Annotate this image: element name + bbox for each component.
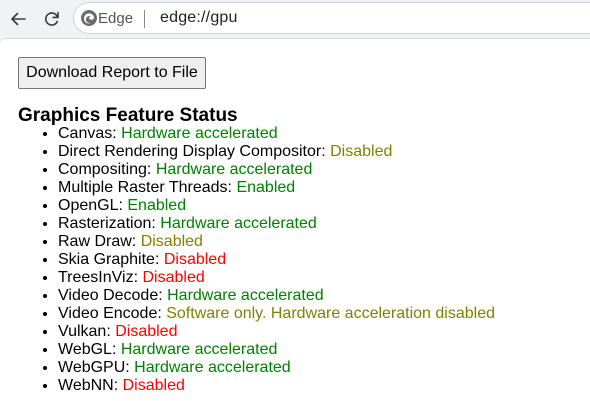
feature-item: TreesInViz: Disabled [58,269,495,287]
feature-name: Rasterization: [58,215,161,232]
feature-status: Disabled [142,269,205,286]
feature-item: Rasterization: Hardware accelerated [58,215,495,233]
feature-status: Hardware accelerated [121,125,278,142]
feature-status: Disabled [163,251,227,268]
browser-toolbar: Edge edge://gpu [0,0,590,38]
feature-item: Direct Rendering Display Compositor: Dis… [58,143,495,161]
page-content: Download Report to File Graphics Feature… [0,38,590,401]
feature-status: Hardware accelerated [120,341,278,358]
feature-item: WebGPU: Hardware accelerated [58,359,495,377]
feature-item: Video Encode: Software only. Hardware ac… [58,305,495,323]
feature-name: Multiple Raster Threads: [58,179,237,196]
reload-button[interactable] [38,5,66,33]
feature-status: Disabled [115,323,178,340]
feature-name: Video Decode: [58,287,168,304]
arrow-left-icon [11,12,26,26]
section-title: Graphics Feature Status [18,105,238,126]
feature-item: Skia Graphite: Disabled [58,251,495,269]
feature-status: Disabled [330,143,393,160]
feature-item: OpenGL: Enabled [58,197,495,215]
feature-item: Multiple Raster Threads: Enabled [58,179,495,197]
feature-name: WebNN: [58,377,123,394]
feature-item: Compositing: Hardware accelerated [58,161,495,179]
feature-name: TreesInViz: [58,269,143,286]
feature-status: Hardware accelerated [160,215,317,232]
feature-name: Canvas: [58,125,122,142]
feature-item: Vulkan: Disabled [58,323,495,341]
reload-icon [45,11,59,26]
feature-name: WebGPU: [58,359,135,376]
feature-name: Skia Graphite: [58,251,164,268]
feature-item: Video Decode: Hardware accelerated [58,287,495,305]
feature-item: Raw Draw: Disabled [58,233,495,251]
feature-item: WebNN: Disabled [58,377,495,395]
feature-name: Compositing: [58,161,156,178]
feature-name: WebGL: [58,341,121,358]
feature-status: Hardware accelerated [167,287,324,304]
feature-name: Direct Rendering Display Compositor: [58,143,331,160]
back-button[interactable] [4,5,32,33]
feature-status-list: Canvas: Hardware acceleratedDirect Rende… [18,125,495,395]
feature-status: Disabled [140,233,203,250]
edge-logo-icon [81,10,97,26]
feature-status: Software only. Hardware acceleration dis… [166,305,495,322]
address-bar[interactable]: Edge edge://gpu [73,2,590,34]
feature-name: Raw Draw: [58,233,141,250]
browser-brand-label: Edge [98,10,134,27]
feature-item: WebGL: Hardware accelerated [58,341,495,359]
feature-name: Video Encode: [58,305,167,322]
feature-status: Hardware accelerated [134,359,291,376]
feature-name: Vulkan: [58,323,116,340]
url-text[interactable]: edge://gpu [160,9,238,27]
feature-status: Enabled [236,179,296,196]
feature-status: Enabled [127,197,187,214]
feature-name: OpenGL: [58,197,128,214]
feature-status: Hardware accelerated [155,161,313,178]
feature-item: Canvas: Hardware accelerated [58,125,495,143]
address-separator [144,10,145,28]
download-report-button[interactable]: Download Report to File [18,57,206,89]
feature-status: Disabled [122,377,185,394]
